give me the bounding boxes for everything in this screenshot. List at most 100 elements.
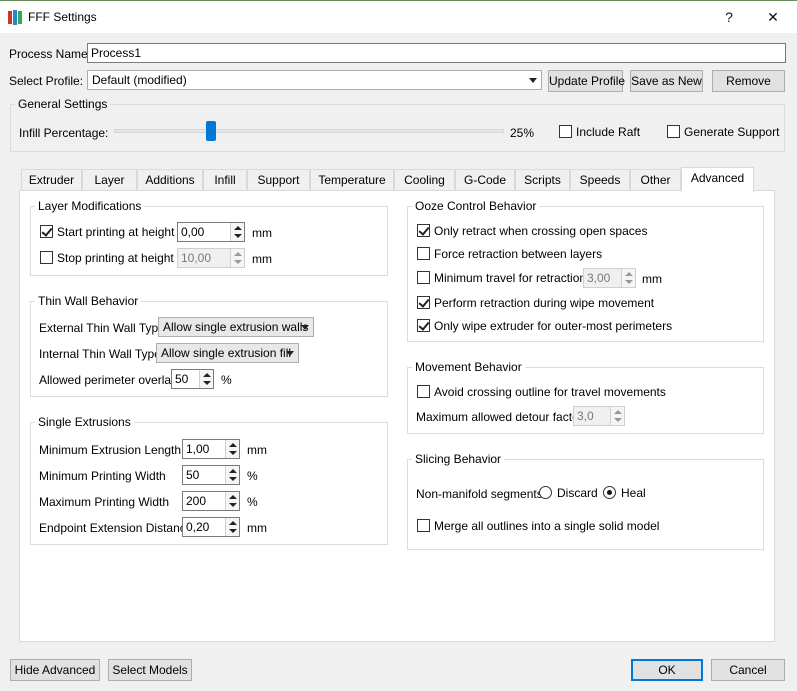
max-printing-width-value: 200 <box>186 494 207 508</box>
slicing-behavior-group <box>407 459 764 550</box>
process-name-input[interactable]: Process1 <box>87 43 786 63</box>
update-profile-button[interactable]: Update Profile <box>548 70 625 92</box>
start-printing-label: Start printing at height <box>57 225 175 239</box>
endpoint-extension-value: 0,20 <box>186 520 210 534</box>
detour-factor-value: 3,0 <box>577 409 594 423</box>
tab-layer[interactable]: Layer <box>82 169 137 191</box>
tab-support[interactable]: Support <box>247 169 310 191</box>
chevron-down-icon <box>286 351 294 356</box>
infill-slider-thumb[interactable] <box>206 121 216 141</box>
infill-slider-track[interactable] <box>114 129 504 133</box>
arrow-up-icon <box>234 226 242 230</box>
external-thin-wall-label: External Thin Wall Type <box>39 321 165 335</box>
perimeter-overlap-spin-buttons[interactable] <box>199 370 213 388</box>
max-printing-width-unit: % <box>247 495 258 509</box>
min-extrusion-length-unit: mm <box>247 443 267 457</box>
single-extrusions-title: Single Extrusions <box>35 415 134 429</box>
include-raft-checkbox[interactable] <box>559 125 572 138</box>
endpoint-extension-unit: mm <box>247 521 267 535</box>
heal-radio[interactable] <box>603 486 616 499</box>
endpoint-extension-label: Endpoint Extension Distance <box>39 521 193 535</box>
avoid-crossing-checkbox[interactable] <box>417 385 430 398</box>
max-printing-width-stepper[interactable]: 200 <box>182 491 240 511</box>
detour-factor-stepper[interactable]: 3,0 <box>573 406 625 426</box>
select-models-button[interactable]: Select Models <box>108 659 192 681</box>
tab-infill[interactable]: Infill <box>203 169 247 191</box>
force-retraction-label: Force retraction between layers <box>434 247 603 261</box>
stop-height-value: 10,00 <box>181 251 212 265</box>
tab-temperature[interactable]: Temperature <box>310 169 394 191</box>
tab-scripts[interactable]: Scripts <box>515 169 570 191</box>
chevron-down-icon <box>301 325 309 330</box>
include-raft-label: Include Raft <box>576 125 641 139</box>
start-printing-checkbox[interactable] <box>40 225 53 238</box>
movement-behavior-title: Movement Behavior <box>412 360 525 374</box>
cancel-button[interactable]: Cancel <box>711 659 785 681</box>
detour-factor-spin-buttons[interactable] <box>610 407 624 425</box>
arrow-up-icon <box>625 272 633 276</box>
tab-cooling[interactable]: Cooling <box>394 169 455 191</box>
discard-radio[interactable] <box>539 486 552 499</box>
discard-label: Discard <box>557 486 598 500</box>
tab-gcode[interactable]: G-Code <box>455 169 515 191</box>
thin-wall-title: Thin Wall Behavior <box>35 294 142 308</box>
arrow-down-icon <box>234 260 242 264</box>
merge-outlines-label: Merge all outlines into a single solid m… <box>434 519 660 533</box>
arrow-down-icon <box>229 503 237 507</box>
stop-height-stepper[interactable]: 10,00 <box>177 248 245 268</box>
only-retract-label: Only retract when crossing open spaces <box>434 224 648 238</box>
arrow-down-icon <box>203 381 211 385</box>
arrow-up-icon <box>229 469 237 473</box>
close-button[interactable]: ✕ <box>751 3 795 31</box>
min-printing-width-stepper[interactable]: 50 <box>182 465 240 485</box>
stop-printing-checkbox[interactable] <box>40 251 53 264</box>
start-height-spin-buttons[interactable] <box>230 223 244 241</box>
hide-advanced-button[interactable]: Hide Advanced <box>10 659 100 681</box>
arrow-up-icon <box>229 521 237 525</box>
help-button[interactable]: ? <box>707 3 751 31</box>
tab-additions[interactable]: Additions <box>137 169 203 191</box>
start-height-stepper[interactable]: 0,00 <box>177 222 245 242</box>
start-height-value: 0,00 <box>181 225 205 239</box>
min-extrusion-length-stepper[interactable]: 1,00 <box>182 439 240 459</box>
external-thin-wall-select[interactable]: Allow single extrusion walls <box>158 317 314 337</box>
arrow-up-icon <box>203 373 211 377</box>
profile-select[interactable]: Default (modified) <box>87 70 542 90</box>
ok-button[interactable]: OK <box>631 659 703 681</box>
max-printing-width-spin-buttons[interactable] <box>225 492 239 510</box>
close-icon: ✕ <box>767 8 779 25</box>
min-printing-width-value: 50 <box>186 468 200 482</box>
min-travel-spin-buttons[interactable] <box>621 269 635 287</box>
tab-advanced[interactable]: Advanced <box>681 167 754 192</box>
min-travel-stepper[interactable]: 3,00 <box>583 268 636 288</box>
perimeter-overlap-stepper[interactable]: 50 <box>171 369 214 389</box>
endpoint-extension-stepper[interactable]: 0,20 <box>182 517 240 537</box>
arrow-up-icon <box>229 443 237 447</box>
tab-other[interactable]: Other <box>630 169 681 191</box>
slicing-behavior-title: Slicing Behavior <box>412 452 505 466</box>
infill-percentage-value: 25% <box>510 126 535 140</box>
endpoint-extension-spin-buttons[interactable] <box>225 518 239 536</box>
arrow-down-icon <box>229 451 237 455</box>
arrow-up-icon <box>229 495 237 499</box>
min-printing-width-spin-buttons[interactable] <box>225 466 239 484</box>
remove-profile-button[interactable]: Remove <box>712 70 785 92</box>
stop-height-spin-buttons[interactable] <box>230 249 244 267</box>
save-as-new-button[interactable]: Save as New <box>630 70 703 92</box>
start-height-unit: mm <box>252 226 272 240</box>
only-retract-checkbox[interactable] <box>417 224 430 237</box>
help-icon: ? <box>725 9 733 25</box>
tab-extruder[interactable]: Extruder <box>21 169 82 191</box>
perform-retraction-checkbox[interactable] <box>417 296 430 309</box>
min-travel-checkbox[interactable] <box>417 271 430 284</box>
only-wipe-checkbox[interactable] <box>417 319 430 332</box>
generate-support-checkbox[interactable] <box>667 125 680 138</box>
arrow-down-icon <box>229 477 237 481</box>
external-thin-wall-value: Allow single extrusion walls <box>163 320 309 334</box>
perimeter-overlap-value: 50 <box>175 372 189 386</box>
force-retraction-checkbox[interactable] <box>417 247 430 260</box>
merge-outlines-checkbox[interactable] <box>417 519 430 532</box>
tab-speeds[interactable]: Speeds <box>570 169 630 191</box>
internal-thin-wall-select[interactable]: Allow single extrusion fill <box>156 343 299 363</box>
min-extrusion-length-spin-buttons[interactable] <box>225 440 239 458</box>
